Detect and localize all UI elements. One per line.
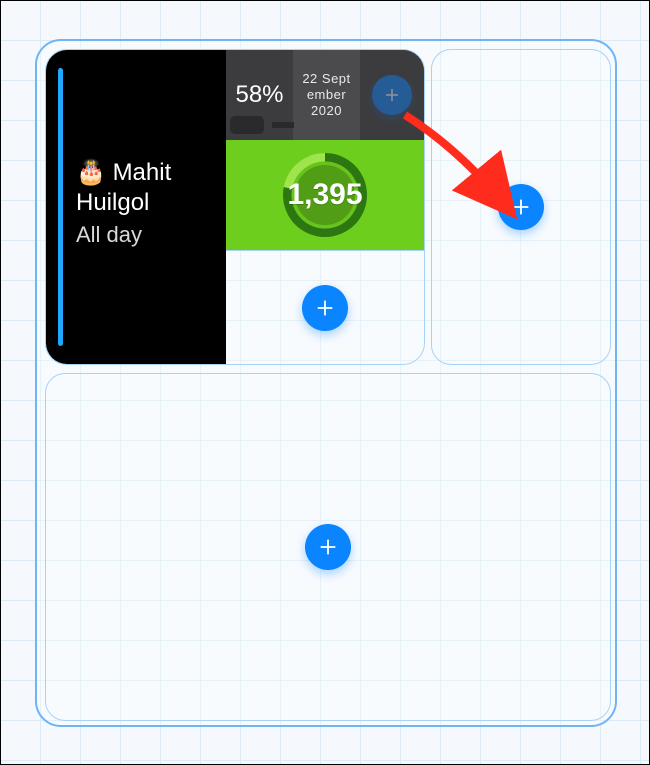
add-widget-button[interactable] <box>498 184 544 230</box>
plus-icon <box>314 297 336 319</box>
date-text: 22 Sept ember 2020 <box>297 71 356 120</box>
widget-slot-top-left: 🎂 Mahit Huilgol All day 58% 22 Sept embe… <box>45 49 425 365</box>
activity-widget[interactable]: 1,395 <box>226 140 424 250</box>
calendar-widget[interactable]: 🎂 Mahit Huilgol All day <box>46 50 226 364</box>
widget-canvas: 🎂 Mahit Huilgol All day 58% 22 Sept embe… <box>35 39 617 727</box>
add-widget-button[interactable] <box>302 285 348 331</box>
status-row: 58% 22 Sept ember 2020 <box>226 50 424 140</box>
plus-icon <box>510 196 532 218</box>
stacked-widget: 🎂 Mahit Huilgol All day 58% 22 Sept embe… <box>46 50 424 364</box>
date-widget[interactable]: 22 Sept ember 2020 <box>293 50 360 140</box>
plus-icon <box>317 536 339 558</box>
widget-slot-bottom <box>45 373 611 721</box>
birthday-icon: 🎂 <box>76 159 106 186</box>
calendar-accent-bar <box>58 68 63 346</box>
plus-icon <box>383 86 401 104</box>
battery-widget[interactable]: 58% <box>226 50 293 140</box>
add-widget-button[interactable] <box>372 75 412 115</box>
calendar-subtitle: All day <box>76 222 210 248</box>
mini-add-slot <box>360 50 424 140</box>
battery-percent: 58% <box>235 81 283 109</box>
add-widget-button[interactable] <box>305 524 351 570</box>
calendar-title: 🎂 Mahit Huilgol <box>76 158 210 218</box>
battery-icon <box>230 116 264 134</box>
activity-value: 1,395 <box>287 178 362 212</box>
empty-subslot <box>226 250 424 364</box>
widget-slot-top-right <box>431 49 611 365</box>
